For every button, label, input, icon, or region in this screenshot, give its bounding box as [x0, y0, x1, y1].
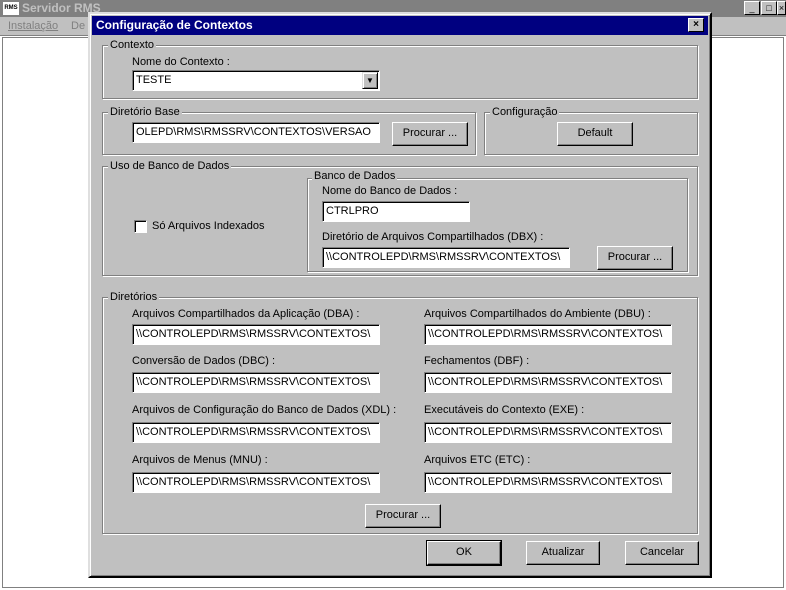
dbf-input[interactable]: \\CONTROLEPD\RMS\RMSSRV\CONTEXTOS\ — [424, 372, 672, 393]
dialog-title: Configuração de Contextos — [96, 18, 253, 32]
dbx-label: Diretório de Arquivos Compartilhados (DB… — [322, 231, 544, 243]
mnu-input[interactable]: \\CONTROLEPD\RMS\RMSSRV\CONTEXTOS\ — [132, 472, 380, 493]
ok-button[interactable]: OK — [426, 540, 502, 566]
chevron-down-icon[interactable]: ▼ — [362, 72, 378, 89]
mnu-label: Arquivos de Menus (MNU) : — [132, 454, 268, 466]
app-icon: RMS — [3, 2, 19, 15]
base-directory-value: OLEPD\RMS\RMSSRV\CONTEXTOS\VERSAO — [136, 126, 371, 138]
dbc-value: \\CONTROLEPD\RMS\RMSSRV\CONTEXTOS\ — [136, 376, 371, 388]
exe-label: Executáveis do Contexto (EXE) : — [424, 404, 585, 416]
xdl-value: \\CONTROLEPD\RMS\RMSSRV\CONTEXTOS\ — [136, 426, 371, 438]
dba-label: Arquivos Compartilhados da Aplicação (DB… — [132, 308, 360, 320]
dbf-label: Fechamentos (DBF) : — [424, 355, 530, 367]
dbc-input[interactable]: \\CONTROLEPD\RMS\RMSSRV\CONTEXTOS\ — [132, 372, 380, 393]
dbx-input[interactable]: \\CONTROLEPD\RMS\RMSSRV\CONTEXTOS\ — [322, 247, 570, 268]
db-name-label: Nome do Banco de Dados : — [322, 185, 458, 197]
cancel-button[interactable]: Cancelar — [625, 541, 699, 565]
mnu-value: \\CONTROLEPD\RMS\RMSSRV\CONTEXTOS\ — [136, 476, 371, 488]
diretorios-group-label: Diretórios — [108, 291, 160, 304]
banco-dados-group-label: Banco de Dados — [312, 170, 398, 183]
indexed-only-checkbox[interactable] — [134, 220, 147, 233]
dbu-input[interactable]: \\CONTROLEPD\RMS\RMSSRV\CONTEXTOS\ — [424, 324, 672, 345]
exe-input[interactable]: \\CONTROLEPD\RMS\RMSSRV\CONTEXTOS\ — [424, 422, 672, 443]
dbu-label: Arquivos Compartilhados do Ambiente (DBU… — [424, 308, 651, 320]
dba-value: \\CONTROLEPD\RMS\RMSSRV\CONTEXTOS\ — [136, 328, 371, 340]
context-name-label: Nome do Contexto : — [132, 56, 230, 68]
exe-value: \\CONTROLEPD\RMS\RMSSRV\CONTEXTOS\ — [428, 426, 663, 438]
context-name-combo[interactable]: TESTE — [132, 70, 380, 91]
indexed-only-label: Só Arquivos Indexados — [152, 220, 265, 232]
db-name-input[interactable]: CTRLPRO — [322, 201, 470, 222]
xdl-input[interactable]: \\CONTROLEPD\RMS\RMSSRV\CONTEXTOS\ — [132, 422, 380, 443]
menu-instalacao[interactable]: Instalação — [8, 20, 58, 32]
dba-input[interactable]: \\CONTROLEPD\RMS\RMSSRV\CONTEXTOS\ — [132, 324, 380, 345]
dbx-browse-button[interactable]: Procurar ... — [597, 246, 673, 270]
configuracao-group-label: Configuração — [490, 106, 560, 119]
main-close-button[interactable]: × — [777, 1, 786, 15]
diretorio-base-group-label: Diretório Base — [108, 106, 182, 119]
db-name-value: CTRLPRO — [326, 205, 379, 217]
xdl-label: Arquivos de Configuração do Banco de Dad… — [132, 404, 397, 416]
maximize-button[interactable]: □ — [761, 1, 777, 15]
default-button[interactable]: Default — [557, 122, 633, 146]
dbu-value: \\CONTROLEPD\RMS\RMSSRV\CONTEXTOS\ — [428, 328, 663, 340]
etc-label: Arquivos ETC (ETC) : — [424, 454, 531, 466]
dialog-titlebar[interactable]: Configuração de Contextos × — [92, 16, 708, 35]
dbf-value: \\CONTROLEPD\RMS\RMSSRV\CONTEXTOS\ — [428, 376, 663, 388]
uso-banco-group-label: Uso de Banco de Dados — [108, 160, 232, 173]
config-contextos-dialog: Configuração de Contextos × Contexto Nom… — [88, 12, 712, 578]
etc-value: \\CONTROLEPD\RMS\RMSSRV\CONTEXTOS\ — [428, 476, 663, 488]
dialog-close-button[interactable]: × — [688, 18, 704, 32]
update-button[interactable]: Atualizar — [526, 541, 600, 565]
dbc-label: Conversão de Dados (DBC) : — [132, 355, 276, 367]
dbx-value: \\CONTROLEPD\RMS\RMSSRV\CONTEXTOS\ — [326, 251, 561, 263]
base-directory-input[interactable]: OLEPD\RMS\RMSSRV\CONTEXTOS\VERSAO — [132, 122, 380, 143]
etc-input[interactable]: \\CONTROLEPD\RMS\RMSSRV\CONTEXTOS\ — [424, 472, 672, 493]
contexto-group-label: Contexto — [108, 39, 157, 52]
context-name-value: TESTE — [136, 74, 172, 86]
menu-de[interactable]: De — [71, 20, 85, 32]
directories-browse-button[interactable]: Procurar ... — [365, 504, 441, 528]
minimize-button[interactable]: _ — [744, 1, 760, 15]
base-directory-browse-button[interactable]: Procurar ... — [392, 122, 468, 146]
